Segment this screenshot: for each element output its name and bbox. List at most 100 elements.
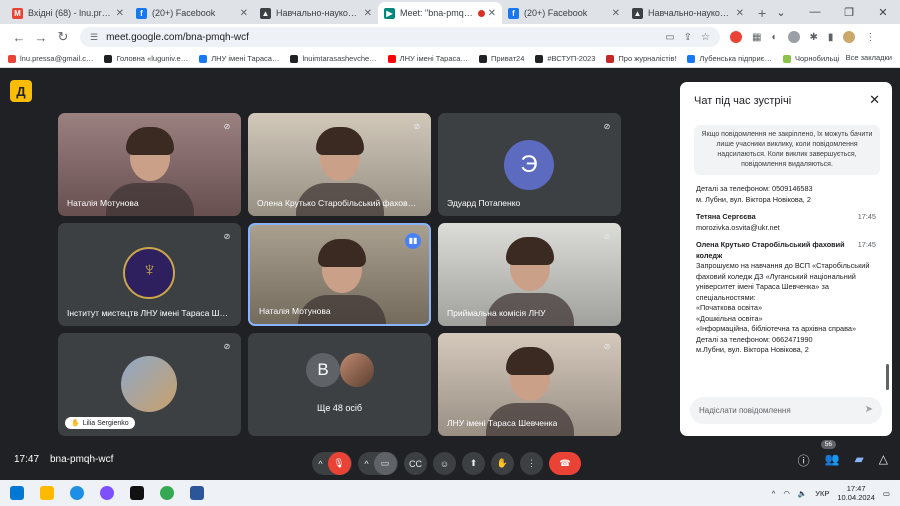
bookmark-item[interactable]: Приват24 xyxy=(478,54,524,63)
chevron-up-icon[interactable]: ^ xyxy=(314,459,328,469)
sidepanel-icon[interactable]: ▮ xyxy=(828,32,834,43)
chat-message-input[interactable]: Надіслати повідомлення ➤ xyxy=(690,397,882,424)
viber-icon[interactable] xyxy=(100,486,114,500)
site-info-icon[interactable]: ☰ xyxy=(90,32,98,43)
meeting-clock: 17:47 xyxy=(14,454,40,465)
chrome-icon[interactable] xyxy=(160,486,174,500)
camera-toggle[interactable]: ^ ▭ xyxy=(358,452,398,475)
mic-off-icon: ⊘ xyxy=(223,342,231,351)
people-icon[interactable]: 👥 xyxy=(825,452,840,469)
all-bookmarks-button[interactable]: Все закладки xyxy=(846,53,892,62)
bookmark-item[interactable]: lnuimtarasashevche… xyxy=(290,54,377,63)
start-icon[interactable] xyxy=(10,486,24,500)
participant-tile[interactable]: Э ⊘ Эдуард Потапенко xyxy=(438,113,621,216)
tiktok-icon[interactable] xyxy=(130,486,144,500)
close-tab-icon[interactable]: ✕ xyxy=(612,8,620,19)
forward-icon[interactable]: → xyxy=(30,30,52,45)
participant-tile[interactable]: ⊘ ✋ Lilia Sergienko xyxy=(58,333,241,436)
close-tab-icon[interactable]: ✕ xyxy=(488,8,496,19)
mic-off-icon: ⊘ xyxy=(603,232,611,241)
activities-icon[interactable]: △ xyxy=(879,452,888,469)
bookmark-item[interactable]: ЛНУ імені Тараса… xyxy=(387,54,468,63)
edge-icon[interactable] xyxy=(70,486,84,500)
participant-tile[interactable]: В Ще 48 осіб xyxy=(248,333,431,436)
clock-date[interactable]: 17:47 10.04.2024 xyxy=(837,484,875,502)
close-tab-icon[interactable]: ✕ xyxy=(240,8,248,19)
minimize-button[interactable]: — xyxy=(798,0,832,24)
info-icon[interactable]: ⓘ xyxy=(798,452,810,469)
menu-icon[interactable]: ⋮ xyxy=(865,32,875,43)
share-icon[interactable]: ⇪ xyxy=(684,32,692,43)
bookmark-item[interactable]: #ВСТУП-2023 xyxy=(535,54,595,63)
mic-off-icon[interactable]: 🎙 xyxy=(327,452,351,475)
extension-circle-icon[interactable] xyxy=(787,31,800,43)
message-time: 17:45 xyxy=(857,240,876,249)
url-text: meet.google.com/bna-pmqh-wcf xyxy=(106,31,249,43)
puzzle-icon[interactable]: ✱ xyxy=(810,32,818,43)
chevron-up-icon[interactable]: ^ xyxy=(360,459,374,469)
meet-stage: Д ⊘ Наталія Мотунова ⊘ Олена Крутько Староб… xyxy=(0,68,900,480)
leave-call-button[interactable]: ☎ xyxy=(549,452,581,475)
tray-chevron-icon[interactable]: ^ xyxy=(772,489,776,498)
browser-tab[interactable]: ▶ Meet: "bna-pmqh-wcf" ✕ xyxy=(378,2,502,24)
participant-tile[interactable]: ♆ ⊘ Інститут мистецтв ЛНУ імені Тараса Ш… xyxy=(58,223,241,326)
file-explorer-icon[interactable] xyxy=(40,486,54,500)
raise-hand-button[interactable]: ✋ xyxy=(491,452,514,475)
tab-favicon-icon: f xyxy=(136,7,147,19)
participant-tile[interactable]: ⊘ ЛНУ імені Тараса Шевченка xyxy=(438,333,621,436)
bookmark-item[interactable]: lnu.pressa@gmail.c… xyxy=(8,54,93,63)
bookmark-item[interactable]: Чорнобильці xyxy=(783,54,839,63)
close-window-button[interactable]: ✕ xyxy=(866,0,900,24)
close-tab-icon[interactable]: ✕ xyxy=(736,8,744,19)
participant-tile[interactable]: ⊘ Приймальна комісія ЛНУ xyxy=(438,223,621,326)
browser-tab[interactable]: ▲ Навчально-науковий інс…✕ xyxy=(626,2,750,24)
bookmark-favicon-icon xyxy=(687,54,696,63)
camera-icon[interactable]: ▭ xyxy=(665,32,674,43)
close-icon[interactable]: ✕ xyxy=(869,92,880,108)
bookmark-star-icon[interactable]: ☆ xyxy=(701,32,710,43)
reload-icon[interactable]: ↻ xyxy=(52,29,74,45)
wifi-icon[interactable]: ◠ xyxy=(783,489,790,498)
close-tab-icon[interactable]: ✕ xyxy=(116,8,124,19)
reactions-button[interactable]: ☺ xyxy=(433,452,456,475)
meet-control-bar: 17:47 bna-pmqh-wcf ^ 🎙 ^ ▭ CC ☺ ⬆ ✋ ⋮ ☎ … xyxy=(0,440,900,480)
send-icon[interactable]: ➤ xyxy=(865,404,873,415)
word-icon[interactable] xyxy=(190,486,204,500)
maximize-button[interactable]: ❐ xyxy=(832,0,866,24)
adblock-icon[interactable] xyxy=(730,31,742,43)
chat-icon[interactable]: ▰ xyxy=(855,452,864,469)
back-icon[interactable]: ← xyxy=(8,30,30,45)
volume-icon[interactable]: 🔈 xyxy=(798,489,807,498)
bookmark-item[interactable]: Лубенська підприє… xyxy=(687,54,772,63)
participant-tile[interactable]: ⊘ Наталія Мотунова xyxy=(58,113,241,216)
browser-tab[interactable]: ▲ Навчально-науковий інс…✕ xyxy=(254,2,378,24)
mic-off-icon: ⊘ xyxy=(603,342,611,351)
browser-tab[interactable]: f (20+) Facebook ✕ xyxy=(130,2,254,24)
profile-avatar[interactable] xyxy=(843,31,856,43)
browser-tab[interactable]: f (20+) Facebook ✕ xyxy=(502,2,626,24)
extension-icon[interactable]: ◐ xyxy=(771,32,777,43)
close-tab-icon[interactable]: ✕ xyxy=(364,8,372,19)
participant-tile[interactable]: ⊘ Олена Крутько Старобільський фахов… xyxy=(248,113,431,216)
chat-scrollbar[interactable] xyxy=(886,364,889,390)
more-options-button[interactable]: ⋮ xyxy=(520,452,543,475)
captions-button[interactable]: CC xyxy=(404,452,427,475)
tab-search-icon[interactable]: ⌄ xyxy=(764,0,798,24)
url-field[interactable]: ☰ meet.google.com/bna-pmqh-wcf ▭ ⇪ ☆ xyxy=(80,27,720,47)
mic-toggle[interactable]: ^ 🎙 xyxy=(312,452,352,475)
translate-icon[interactable]: ▦ xyxy=(752,32,761,43)
bookmark-item[interactable]: Про журналістів! xyxy=(606,54,676,63)
input-language[interactable]: УКР xyxy=(815,489,829,498)
notification-icon[interactable]: ▭ xyxy=(883,489,890,498)
present-button[interactable]: ⬆ xyxy=(462,452,485,475)
bookmark-item[interactable]: ЛНУ імені Тараса… xyxy=(199,54,279,63)
participant-name: Олена Крутько Старобільський фахов… xyxy=(257,198,417,208)
participant-tile[interactable]: ▮▮ Наталія Мотунова xyxy=(248,223,431,326)
meet-app-logo[interactable]: Д xyxy=(10,80,32,102)
message-line: «Початкова освіта» xyxy=(696,303,763,312)
browser-tab[interactable]: M Вхідні (68) - lnu.press…✕ xyxy=(6,2,130,24)
speaking-indicator-icon: ▮▮ xyxy=(405,233,421,249)
bookmark-item[interactable]: Головна «luguniv.e… xyxy=(104,54,188,63)
camera-icon[interactable]: ▭ xyxy=(373,452,397,475)
person-hair xyxy=(506,347,554,375)
